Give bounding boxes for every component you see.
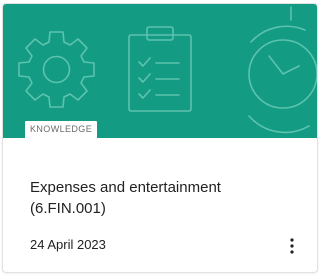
card-banner: KNOWLEDGE bbox=[3, 4, 317, 138]
card-date: 24 April 2023 bbox=[30, 237, 106, 252]
category-tag: KNOWLEDGE bbox=[25, 121, 98, 138]
card-title-line1[interactable]: Expenses and entertainment bbox=[30, 179, 221, 196]
banner-illustration bbox=[18, 6, 317, 134]
card-title[interactable]: Expenses and entertainment (6.FIN.001) bbox=[30, 177, 290, 219]
clipboard-checklist-icon bbox=[128, 26, 192, 112]
knowledge-card[interactable]: KNOWLEDGE Expenses and entertainment (6.… bbox=[2, 3, 318, 273]
more-vertical-icon bbox=[290, 238, 294, 254]
clock-icon bbox=[248, 6, 317, 134]
gear-icon bbox=[18, 31, 95, 108]
more-options-button[interactable] bbox=[282, 234, 302, 258]
card-title-line2[interactable]: (6.FIN.001) bbox=[30, 200, 106, 217]
